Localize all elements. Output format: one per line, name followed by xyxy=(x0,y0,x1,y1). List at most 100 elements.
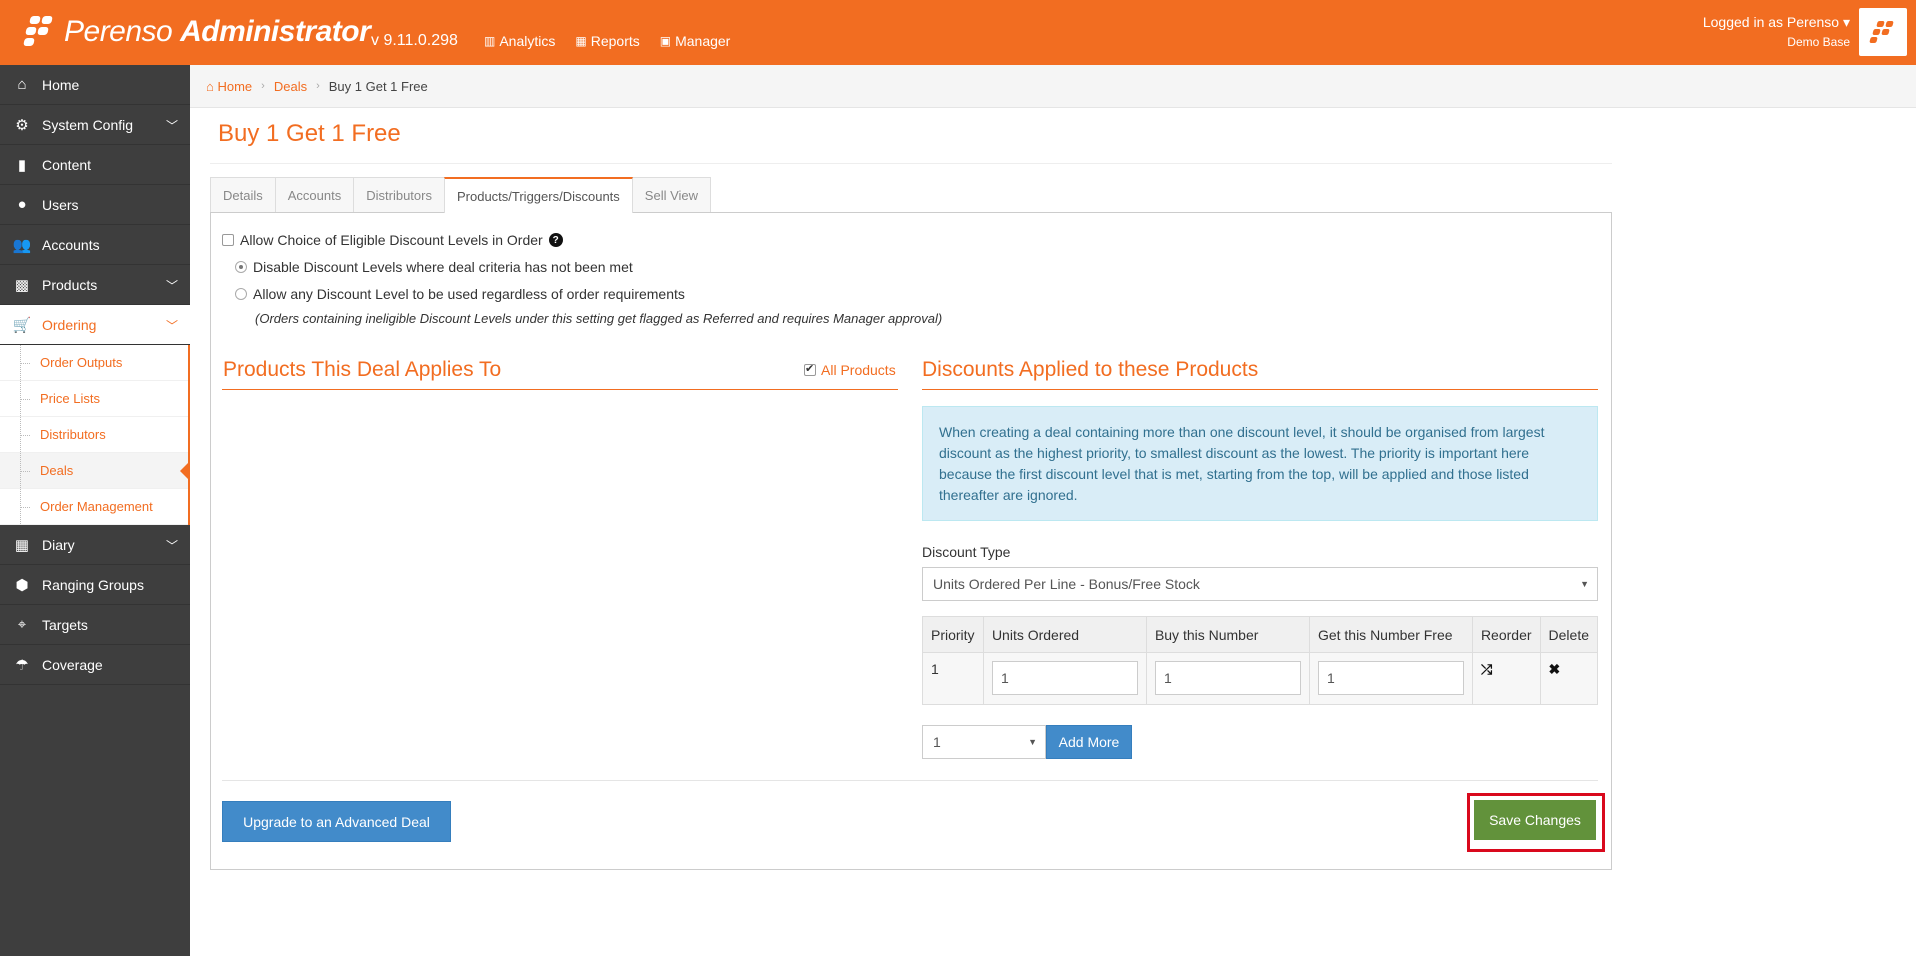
version-label: v 9.11.0.298 xyxy=(371,32,458,49)
add-more-button[interactable]: Add More xyxy=(1046,725,1132,759)
table-icon: ▦ xyxy=(575,34,587,48)
tab-distributors[interactable]: Distributors xyxy=(353,177,445,212)
discount-type-label: Discount Type xyxy=(922,544,1011,560)
chevron-down-icon: ﹀ xyxy=(165,319,178,333)
all-products-option: All Products xyxy=(804,362,896,378)
tab-details[interactable]: Details xyxy=(210,177,276,212)
database-name: Demo Base xyxy=(1787,35,1850,49)
crosshairs-icon: ⌖ xyxy=(17,616,27,633)
nav-analytics[interactable]: ▥ Analytics xyxy=(484,33,555,49)
user-menu[interactable]: Logged in as Perenso ▾ Demo Base xyxy=(1703,14,1850,49)
ordering-submenu: Order Outputs Price Lists Distributors D… xyxy=(0,345,190,525)
page-title: Buy 1 Get 1 Free xyxy=(218,120,401,147)
col-priority: Priority xyxy=(922,616,984,653)
sidebar-item-users[interactable]: ● Users xyxy=(0,185,190,225)
chevron-down-icon: ﹀ xyxy=(165,279,178,293)
tab-products-triggers-discounts[interactable]: Products/Triggers/Discounts xyxy=(443,177,633,213)
sidebar-item-diary[interactable]: ▦ Diary ﹀ xyxy=(0,525,190,565)
cubes-icon: ⬢ xyxy=(15,576,29,594)
sidebar-item-targets[interactable]: ⌖ Targets xyxy=(0,605,190,645)
nav-manager[interactable]: ▣ Manager xyxy=(660,33,731,49)
cart-icon: 🛒 xyxy=(12,316,32,334)
sidebar: ⌂ Home ⚙ System Config ﹀ ▮ Content ● Users 👥 A… xyxy=(0,65,190,956)
sidebar-item-coverage[interactable]: ☂ Coverage xyxy=(0,645,190,685)
breadcrumb-current: Buy 1 Get 1 Free xyxy=(328,78,428,94)
briefcase-icon: ▣ xyxy=(659,34,672,48)
sidebar-subitem-distributors[interactable]: Distributors xyxy=(0,417,188,453)
sidebar-item-accounts[interactable]: 👥 Accounts xyxy=(0,225,190,265)
products-section-rule xyxy=(222,389,898,390)
umbrella-icon: ☂ xyxy=(15,656,29,674)
divider xyxy=(210,163,1612,164)
caret-down-icon: ▼ xyxy=(1028,737,1037,747)
sidebar-subitem-order-outputs[interactable]: Order Outputs xyxy=(0,345,188,381)
home-icon: ⌂ xyxy=(206,78,214,94)
perenso-logo-icon xyxy=(23,14,60,50)
discount-levels-table: Priority Units Ordered Buy this Number G… xyxy=(922,616,1599,705)
sidebar-subitem-deals[interactable]: Deals xyxy=(0,453,190,489)
upgrade-advanced-deal-button[interactable]: Upgrade to an Advanced Deal xyxy=(222,801,451,842)
breadcrumb-home[interactable]: ⌂ Home xyxy=(206,79,252,94)
brand-name: Perenso Administrator xyxy=(64,15,371,48)
calendar-icon: ▦ xyxy=(14,536,30,554)
disable-levels-radio[interactable] xyxy=(235,261,247,273)
table-row: 1 ⤮ ✖ xyxy=(922,652,1599,705)
sidebar-item-products[interactable]: ▩ Products ﹀ xyxy=(0,265,190,305)
tab-sell-view[interactable]: Sell View xyxy=(631,177,712,212)
col-buy-number: Buy this Number xyxy=(1145,616,1310,653)
referral-note: (Orders containing ineligible Discount L… xyxy=(255,311,943,326)
users-icon: 👥 xyxy=(12,236,32,254)
allow-choice-option: Allow Choice of Eligible Discount Levels… xyxy=(222,232,563,248)
chevron-right-icon: › xyxy=(261,80,265,92)
shuffle-icon[interactable]: ⤮ xyxy=(1481,661,1492,677)
discounts-section-title: Discounts Applied to these Products xyxy=(922,358,1259,381)
reorder-cell: ⤮ xyxy=(1471,652,1541,705)
question-circle-icon[interactable]: ? xyxy=(548,233,563,247)
allow-choice-checkbox[interactable] xyxy=(222,234,234,246)
home-icon: ⌂ xyxy=(17,76,27,93)
top-header: Perenso Administrator v 9.11.0.298 ▥ Anal… xyxy=(0,0,1916,65)
discount-type-select[interactable]: Units Ordered Per Line - Bonus/Free Stoc… xyxy=(922,567,1598,601)
products-section-title: Products This Deal Applies To xyxy=(223,358,502,381)
priority-info-box: When creating a deal containing more tha… xyxy=(922,406,1598,521)
units-ordered-input[interactable] xyxy=(991,661,1138,695)
sidebar-item-ranging-groups[interactable]: ⬢ Ranging Groups xyxy=(0,565,190,605)
disable-levels-option: Disable Discount Levels where deal crite… xyxy=(235,259,633,275)
chevron-right-icon: › xyxy=(316,80,320,92)
nav-reports[interactable]: ▦ Reports xyxy=(575,33,639,49)
add-count-select[interactable]: 1 ▼ xyxy=(922,725,1046,759)
sidebar-item-system-config[interactable]: ⚙ System Config ﹀ xyxy=(0,105,190,145)
breadcrumb: ⌂ Home › Deals › Buy 1 Get 1 Free xyxy=(190,65,1916,108)
units-ordered-cell xyxy=(982,652,1147,705)
allow-any-radio[interactable] xyxy=(235,288,247,300)
sidebar-subitem-price-lists[interactable]: Price Lists xyxy=(0,381,188,417)
logo[interactable]: Perenso Administrator xyxy=(23,14,371,50)
chevron-down-icon: ﹀ xyxy=(165,119,178,133)
col-free-number: Get this Number Free xyxy=(1308,616,1473,653)
sidebar-item-home[interactable]: ⌂ Home xyxy=(0,65,190,105)
priority-cell: 1 xyxy=(922,652,984,705)
all-products-checkbox[interactable] xyxy=(804,362,816,376)
caret-down-icon: ▼ xyxy=(1580,579,1589,589)
buy-number-input[interactable] xyxy=(1154,661,1301,695)
save-changes-button[interactable]: Save Changes xyxy=(1474,800,1596,840)
top-nav: ▥ Analytics ▦ Reports ▣ Manager xyxy=(484,33,730,49)
chevron-down-icon: ﹀ xyxy=(165,539,178,553)
sidebar-item-ordering[interactable]: 🛒 Ordering ﹀ xyxy=(0,305,190,345)
col-delete: Delete xyxy=(1539,616,1599,653)
file-icon: ▮ xyxy=(17,156,27,174)
buy-number-cell xyxy=(1145,652,1310,705)
table-header-row: Priority Units Ordered Buy this Number G… xyxy=(922,616,1599,653)
breadcrumb-deals[interactable]: Deals xyxy=(274,79,307,94)
col-units-ordered: Units Ordered xyxy=(982,616,1147,653)
close-icon[interactable]: ✖ xyxy=(1549,661,1561,677)
divider xyxy=(222,780,1598,781)
sidebar-subitem-order-management[interactable]: Order Management xyxy=(0,489,188,525)
company-logo-icon[interactable] xyxy=(1859,8,1907,56)
gift-icon: ▩ xyxy=(14,276,30,294)
col-reorder: Reorder xyxy=(1471,616,1541,653)
sidebar-item-content[interactable]: ▮ Content xyxy=(0,145,190,185)
tab-accounts[interactable]: Accounts xyxy=(274,177,355,212)
free-number-input[interactable] xyxy=(1317,661,1464,695)
active-indicator xyxy=(180,461,190,481)
